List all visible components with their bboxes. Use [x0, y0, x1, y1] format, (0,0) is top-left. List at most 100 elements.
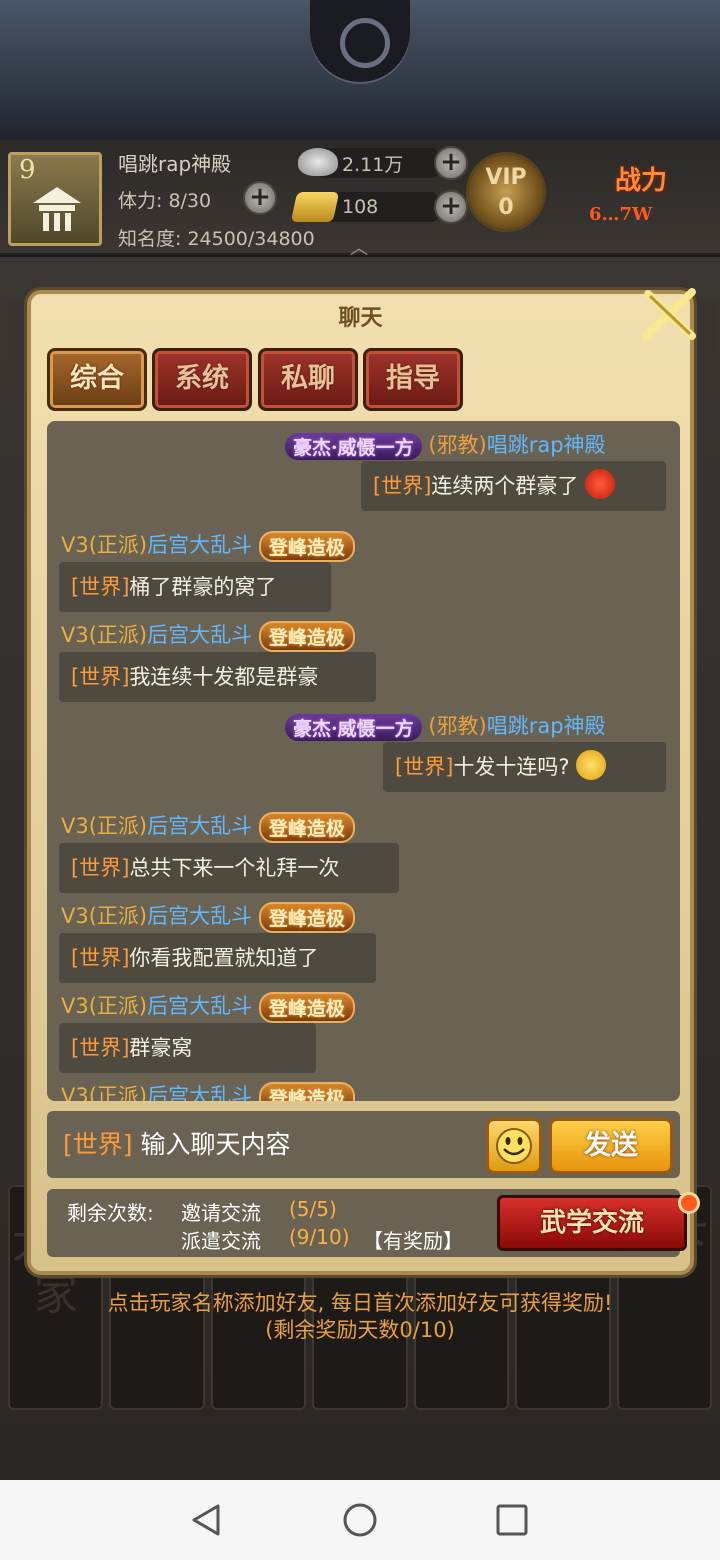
faction-label: (邪教)	[428, 714, 487, 738]
hint-line-2: (剩余奖励天数0/10)	[265, 1318, 455, 1342]
temple-icon	[33, 187, 81, 231]
chat-modal: 聊天 综合 系统 私聊 指导 豪杰·威慑一方 (邪教)唱跳rap神殿 [世界]连…	[27, 288, 700, 1275]
silver-value: 2.11万	[342, 154, 404, 176]
channel-tag: [世界]	[373, 474, 432, 498]
message-header: V3(正派)后宫大乱斗 登峰造极	[61, 900, 355, 933]
shocked-emoji-icon	[576, 750, 607, 780]
tab-system[interactable]: 系统	[152, 348, 252, 411]
title-badge: 豪杰·威慑一方	[285, 432, 422, 460]
chat-message-list[interactable]: 豪杰·威慑一方 (邪教)唱跳rap神殿 [世界]连续两个群豪了 V3(正派)后宫…	[47, 421, 680, 1101]
message-text: 你看我配置就知道了	[129, 946, 319, 970]
tab-general[interactable]: 综合	[47, 348, 147, 411]
player-name-link[interactable]: 后宫大乱斗	[147, 533, 252, 557]
title-badge: 登峰造极	[258, 1081, 355, 1101]
message-text: 群豪窝	[129, 1036, 193, 1060]
dispatch-count: (9/10)	[289, 1225, 350, 1249]
title-badge: 登峰造极	[258, 811, 355, 843]
stamina-label: 体力: 8/30	[118, 190, 212, 212]
tab-guidance[interactable]: 指导	[363, 348, 463, 411]
roof-ornament	[310, 0, 410, 82]
recents-icon[interactable]	[494, 1502, 530, 1538]
vip-label: VIP	[485, 165, 527, 190]
title-badge: 豪杰·威慑一方	[285, 713, 422, 741]
martial-exchange-button[interactable]: 武学交流	[497, 1192, 700, 1251]
player-name-link[interactable]: 唱跳rap神殿	[487, 714, 606, 738]
message-header: V3(正派)后宫大乱斗 登峰造极	[61, 619, 355, 652]
home-icon[interactable]	[342, 1502, 378, 1538]
silver-ingot-icon	[298, 148, 338, 176]
power-label: 战力	[615, 166, 668, 196]
player-name-link[interactable]: 唱跳rap神殿	[487, 433, 606, 457]
channel-tag: [世界]	[395, 755, 454, 779]
dispatch-label: 派遣交流	[181, 1229, 261, 1253]
invite-count: (5/5)	[289, 1197, 337, 1221]
invite-label: 邀请交流	[181, 1201, 261, 1225]
input-placeholder: 输入聊天内容	[140, 1130, 291, 1159]
friend-hint: 点击玩家名称添加好友, 每日首次添加好友可获得奖励! (剩余奖励天数0/10)	[0, 1290, 720, 1344]
vip-tag: V3	[61, 1084, 89, 1101]
title-badge: 登峰造极	[258, 530, 355, 562]
channel-tag: [世界]	[71, 856, 130, 880]
message-bubble: [世界]总共下来一个礼拜一次	[59, 843, 399, 893]
vip-tag: V3	[61, 904, 89, 928]
message-text: 十发十连吗?	[453, 755, 570, 779]
faction-label: (正派)	[88, 904, 148, 928]
message-text: 我连续十发都是群豪	[129, 665, 319, 689]
message-bubble: [世界]群豪窝	[59, 1023, 316, 1073]
player-name-link[interactable]: 后宫大乱斗	[147, 994, 252, 1018]
message-bubble: [世界]十发十连吗?	[383, 742, 666, 792]
channel-tag: [世界]	[71, 946, 130, 970]
smiley-icon	[496, 1128, 532, 1164]
title-badge: 登峰造极	[258, 901, 355, 933]
exchange-panel: 剩余次数: 邀请交流 (5/5) 派遣交流 (9/10) 【有奖励】 武学交流	[47, 1189, 700, 1257]
message-text: 总共下来一个礼拜一次	[129, 856, 340, 880]
battle-power: 战力 6…7W	[585, 160, 715, 240]
message-header: V3(正派)后宫大乱斗 登峰造极	[61, 990, 355, 1023]
player-name: 唱跳rap神殿	[118, 152, 232, 176]
message-bubble: [世界]我连续十发都是群豪	[59, 652, 376, 702]
martial-exchange-label: 武学交流	[539, 1208, 644, 1238]
vip-badge[interactable]: VIP 0	[466, 152, 546, 232]
faction-label: (正派)	[88, 814, 148, 838]
player-name-link[interactable]: 后宫大乱斗	[147, 1084, 252, 1101]
message-text: 连续两个群豪了	[431, 474, 579, 498]
send-button[interactable]: 发送	[549, 1118, 673, 1174]
notification-dot	[678, 1192, 700, 1214]
gold-bar-icon	[290, 192, 340, 222]
tab-private[interactable]: 私聊	[258, 348, 358, 411]
roof-background	[0, 0, 720, 140]
vip-tag: V3	[61, 814, 89, 838]
reward-tag: 【有奖励】	[363, 1229, 463, 1253]
chevron-up-icon[interactable]: ︿	[350, 234, 380, 259]
top-status-bar: 9 唱跳rap神殿 体力: 8/30 + 知名度: 24500/34800 2.…	[0, 140, 720, 259]
power-value: 6…7W	[589, 204, 653, 225]
modal-title: 聊天	[338, 306, 383, 331]
player-level: 9	[19, 155, 36, 185]
faction-label: (正派)	[88, 533, 148, 557]
player-name-link[interactable]: 后宫大乱斗	[147, 904, 252, 928]
remaining-label: 剩余次数:	[67, 1201, 154, 1225]
vip-tag: V3	[61, 533, 89, 557]
vip-level: 0	[498, 195, 514, 220]
message-header: V3(正派)后宫大乱斗 登峰造极	[61, 529, 355, 562]
message-header: V3(正派)后宫大乱斗 登峰造极	[61, 810, 355, 843]
hint-line-1: 点击玩家名称添加好友, 每日首次添加好友可获得奖励!	[107, 1291, 613, 1315]
chat-input[interactable]: [世界] 输入聊天内容	[47, 1111, 476, 1178]
close-icon[interactable]	[636, 284, 702, 344]
avatar[interactable]: 9	[8, 152, 102, 246]
message-bubble: [世界]连续两个群豪了	[361, 461, 666, 511]
channel-tag: [世界]	[71, 575, 130, 599]
faction-label: (正派)	[88, 994, 148, 1018]
title-badge: 登峰造极	[258, 620, 355, 652]
add-gold-button[interactable]: +	[434, 190, 468, 224]
add-silver-button[interactable]: +	[434, 146, 468, 180]
add-stamina-button[interactable]: +	[243, 181, 277, 215]
message-text: 桶了群豪的窝了	[129, 575, 277, 599]
message-header: V3(正派)后宫大乱斗 登峰造极	[61, 1080, 355, 1101]
back-icon[interactable]	[188, 1502, 224, 1538]
emoji-button[interactable]	[486, 1118, 542, 1174]
vip-tag: V3	[61, 623, 89, 647]
player-name-link[interactable]: 后宫大乱斗	[147, 814, 252, 838]
message-bubble: [世界]你看我配置就知道了	[59, 933, 376, 983]
player-name-link[interactable]: 后宫大乱斗	[147, 623, 252, 647]
